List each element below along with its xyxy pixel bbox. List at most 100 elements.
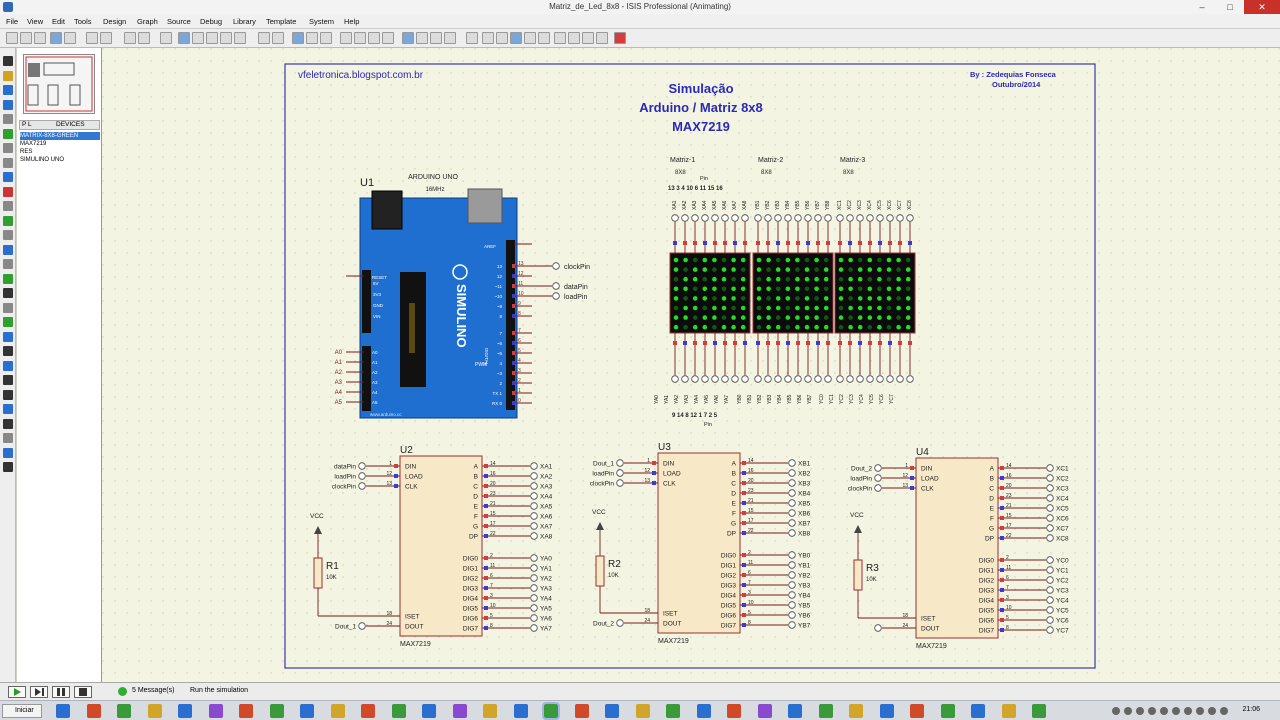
mode-tool-icon[interactable] (3, 215, 13, 226)
play-button[interactable] (8, 686, 26, 698)
segment-terminal[interactable] (530, 462, 538, 470)
taskbar-app-icon[interactable] (269, 704, 284, 718)
toolbar-tool-icon[interactable] (100, 32, 112, 44)
matrix-col-terminal[interactable] (754, 214, 762, 222)
minimize-button[interactable]: – (1188, 0, 1216, 14)
taskbar-app-icon[interactable] (330, 704, 345, 718)
digit-terminal[interactable] (788, 601, 796, 609)
matrix-row-terminal[interactable] (711, 375, 719, 383)
mode-tool-icon[interactable] (3, 317, 13, 327)
segment-terminal[interactable] (788, 479, 796, 487)
mode-tool-icon[interactable] (3, 288, 13, 298)
resistor[interactable] (313, 557, 323, 589)
menu-edit[interactable]: Edit (52, 17, 65, 26)
matrix-row-terminal[interactable] (794, 375, 802, 383)
taskbar-app-icon[interactable] (666, 704, 680, 718)
toolbar-tool-icon[interactable] (124, 32, 136, 44)
matrix-row-terminal[interactable] (754, 375, 762, 383)
taskbar-app-icon[interactable] (178, 704, 192, 718)
input-terminal[interactable] (616, 469, 624, 477)
toolbar-tool-icon[interactable] (64, 32, 76, 44)
mode-tool-icon[interactable] (3, 114, 13, 124)
taskbar-app-icon[interactable] (86, 704, 101, 718)
digit-terminal[interactable] (1046, 576, 1054, 584)
matrix-col-terminal[interactable] (846, 214, 854, 222)
toolbar-tool-icon[interactable] (178, 32, 190, 44)
matrix-col-terminal[interactable] (764, 214, 772, 222)
segment-terminal[interactable] (1046, 464, 1054, 472)
taskbar-app-icon[interactable] (542, 702, 560, 720)
input-terminal[interactable] (874, 464, 882, 472)
taskbar-app-icon[interactable] (208, 704, 223, 718)
segment-terminal[interactable] (788, 509, 796, 517)
segment-terminal[interactable] (1046, 534, 1054, 542)
segment-terminal[interactable] (1046, 524, 1054, 532)
matrix-row-terminal[interactable] (691, 375, 699, 383)
matrix-col-terminal[interactable] (906, 214, 914, 222)
net-terminal[interactable] (552, 282, 560, 290)
matrix-row-terminal[interactable] (784, 375, 792, 383)
toolbar-tool-icon[interactable] (86, 32, 98, 44)
taskbar-app-icon[interactable] (849, 704, 863, 718)
toolbar-tool-icon[interactable] (524, 32, 536, 44)
mode-tool-icon[interactable] (3, 70, 13, 81)
tray-icon[interactable] (1124, 707, 1132, 715)
matrix-row-terminal[interactable] (731, 375, 739, 383)
device-item[interactable]: SIMULINO UNO (20, 156, 100, 164)
taskbar-app-icon[interactable] (940, 704, 955, 718)
digit-terminal[interactable] (1046, 566, 1054, 574)
segment-terminal[interactable] (788, 469, 796, 477)
tray-icon[interactable] (1184, 707, 1192, 715)
dout-terminal[interactable] (874, 624, 882, 632)
taskbar-app-icon[interactable] (452, 704, 467, 718)
digit-terminal[interactable] (788, 571, 796, 579)
digit-terminal[interactable] (788, 611, 796, 619)
pick-device-button[interactable]: P L (22, 121, 32, 128)
mode-tool-icon[interactable] (3, 99, 13, 110)
tray-icon[interactable] (1148, 707, 1156, 715)
mode-tool-icon[interactable] (3, 186, 13, 197)
mode-tool-icon[interactable] (3, 447, 13, 458)
matrix-row-terminal[interactable] (886, 375, 894, 383)
mode-tool-icon[interactable] (3, 143, 13, 153)
toolbar-tool-icon[interactable] (416, 32, 428, 44)
input-terminal[interactable] (358, 472, 366, 480)
mode-tool-icon[interactable] (3, 85, 13, 95)
segment-terminal[interactable] (1046, 504, 1054, 512)
tray-icon[interactable] (1136, 707, 1144, 715)
digit-terminal[interactable] (530, 624, 538, 632)
input-terminal[interactable] (616, 479, 624, 487)
toolbar-tool-icon[interactable] (160, 32, 172, 44)
toolbar-tool-icon[interactable] (50, 32, 62, 44)
mode-tool-icon[interactable] (3, 346, 13, 356)
taskbar-app-icon[interactable] (971, 704, 985, 718)
digit-terminal[interactable] (788, 591, 796, 599)
matrix-row-terminal[interactable] (856, 375, 864, 383)
schematic-canvas[interactable]: vfeletronica.blogspot.com.br Simulação Ard… (102, 48, 1280, 682)
arduino-board[interactable] (359, 197, 518, 419)
matrix-col-terminal[interactable] (836, 214, 844, 222)
taskbar-app-icon[interactable] (788, 704, 802, 718)
overview-window[interactable] (23, 54, 95, 114)
mode-tool-icon[interactable] (3, 230, 13, 240)
segment-terminal[interactable] (530, 512, 538, 520)
matrix-row-terminal[interactable] (906, 375, 914, 383)
segment-terminal[interactable] (530, 472, 538, 480)
input-terminal[interactable] (358, 482, 366, 490)
digit-terminal[interactable] (530, 574, 538, 582)
matrix-col-terminal[interactable] (804, 214, 812, 222)
digit-terminal[interactable] (530, 594, 538, 602)
dout-terminal[interactable] (616, 619, 624, 627)
taskbar-app-icon[interactable] (696, 704, 711, 718)
digit-terminal[interactable] (1046, 626, 1054, 634)
led-matrix-2[interactable] (752, 252, 834, 334)
digit-terminal[interactable] (1046, 606, 1054, 614)
digit-terminal[interactable] (788, 551, 796, 559)
input-terminal[interactable] (874, 474, 882, 482)
matrix-row-terminal[interactable] (671, 375, 679, 383)
taskbar-app-icon[interactable] (635, 704, 650, 718)
matrix-col-terminal[interactable] (866, 214, 874, 222)
toolbar-tool-icon[interactable] (466, 32, 478, 44)
input-terminal[interactable] (874, 484, 882, 492)
toolbar-tool-icon[interactable] (538, 32, 550, 44)
